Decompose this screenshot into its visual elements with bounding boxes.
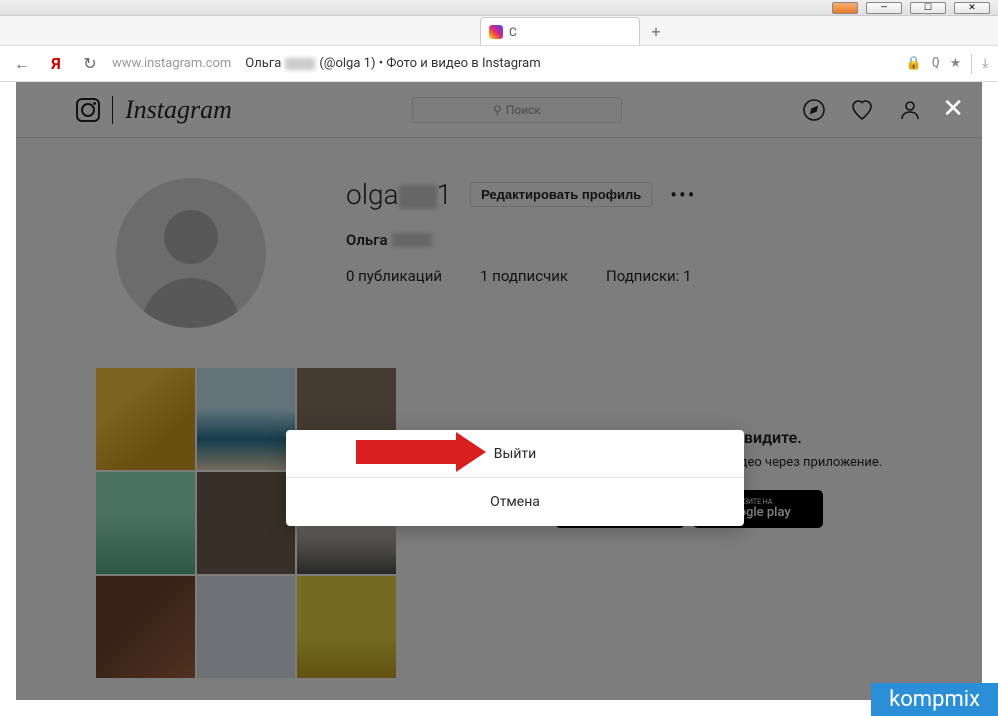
address-bar-actions: 🔒 Q ★ ⤓ — [906, 54, 988, 74]
minimize-button[interactable]: — — [866, 2, 902, 14]
url-domain: www.instagram.com — [112, 56, 231, 71]
page-content: Instagram ⚲ Поиск olga1 Редактировать пр… — [16, 82, 982, 700]
cancel-option[interactable]: Отмена — [286, 478, 744, 526]
url-display[interactable]: www.instagram.com Ольга (@olga 1) • Фото… — [112, 56, 896, 71]
yandex-button[interactable]: Я — [44, 52, 68, 76]
modal-backdrop[interactable] — [16, 82, 982, 700]
maximize-button[interactable]: ☐ — [910, 2, 946, 14]
options-modal: Выйти Отмена — [286, 430, 744, 526]
new-tab-button[interactable]: + — [646, 21, 666, 41]
url-title-name: Ольга — [245, 56, 281, 71]
window-titlebar: — ☐ ✕ — [0, 0, 998, 16]
instagram-favicon-icon — [489, 25, 503, 39]
tab-title: С — [509, 25, 517, 39]
browser-tab-active[interactable]: С — [480, 17, 640, 45]
watermark: kompmix — [871, 683, 998, 716]
browser-address-bar: ← Я ↻ www.instagram.com Ольга (@olga 1) … — [0, 46, 998, 82]
reader-icon[interactable]: Q — [932, 56, 940, 71]
annotation-arrow — [356, 440, 456, 464]
close-icon[interactable]: ✕ — [942, 94, 964, 124]
download-icon[interactable]: ⤓ — [982, 56, 988, 71]
url-title-rest: (@olga 1) • Фото и видео в Instagram — [319, 56, 540, 71]
redacted-text — [285, 58, 315, 70]
logout-option[interactable]: Выйти — [286, 430, 744, 478]
lock-icon: 🔒 — [906, 56, 922, 71]
reload-button[interactable]: ↻ — [78, 52, 102, 76]
back-button[interactable]: ← — [10, 52, 34, 76]
bookmark-icon[interactable]: ★ — [950, 56, 962, 71]
browser-tab-bar: С + — [0, 16, 998, 46]
window-button[interactable] — [832, 2, 858, 14]
close-window-button[interactable]: ✕ — [954, 2, 990, 14]
